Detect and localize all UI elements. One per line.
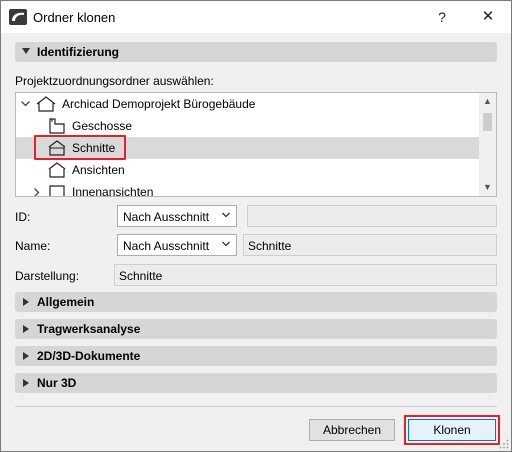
close-button[interactable]: ✕ bbox=[465, 1, 511, 33]
tree-item-label: Innenansichten bbox=[72, 185, 154, 197]
id-label: ID: bbox=[15, 210, 31, 224]
section-3d-only-header[interactable]: Nur 3D bbox=[15, 373, 497, 393]
expand-arrow-icon bbox=[23, 379, 29, 387]
section-structural-analysis-label: Tragwerksanalyse bbox=[37, 322, 141, 336]
tree-scrollbar[interactable]: ▲ ▼ bbox=[479, 93, 496, 196]
help-button[interactable]: ? bbox=[419, 1, 465, 33]
cancel-button[interactable]: Abbrechen bbox=[309, 419, 395, 441]
archicad-logo-icon bbox=[9, 9, 27, 25]
tree-item-label: Archicad Demoprojekt Bürogebäude bbox=[62, 97, 256, 111]
section-2d3d-documents-header[interactable]: 2D/3D-Dokumente bbox=[15, 346, 497, 366]
id-select-value: Nach Ausschnitt bbox=[123, 210, 210, 224]
clone-folder-dialog: Ordner klonen ? ✕ Identifizierung Projek… bbox=[0, 0, 512, 452]
scrollbar-thumb[interactable] bbox=[483, 113, 492, 131]
selected-item-highlight bbox=[34, 135, 126, 160]
section-identification-label: Identifizierung bbox=[37, 45, 119, 59]
collapse-arrow-icon bbox=[22, 48, 30, 54]
display-field-value: Schnitte bbox=[119, 269, 163, 283]
section-structural-analysis-header[interactable]: Tragwerksanalyse bbox=[15, 319, 497, 339]
id-field[interactable] bbox=[247, 205, 497, 227]
name-select[interactable]: Nach Ausschnitt bbox=[117, 234, 237, 256]
name-select-value: Nach Ausschnitt bbox=[123, 239, 210, 253]
name-field[interactable]: Schnitte bbox=[243, 234, 497, 256]
section-3d-only-label: Nur 3D bbox=[37, 376, 77, 390]
display-field[interactable]: Schnitte bbox=[114, 264, 497, 286]
expand-arrow-icon bbox=[23, 298, 29, 306]
section-2d3d-documents-label: 2D/3D-Dokumente bbox=[37, 349, 141, 363]
interior-elevation-icon bbox=[49, 185, 65, 196]
tree-item-interior-elevations[interactable]: Innenansichten bbox=[16, 181, 480, 197]
section-identification-header[interactable]: Identifizierung bbox=[15, 42, 497, 62]
chevron-down-icon bbox=[21, 101, 30, 107]
section-general-header[interactable]: Allgemein bbox=[15, 292, 497, 312]
project-house-icon bbox=[36, 96, 56, 112]
chevron-down-icon bbox=[222, 241, 230, 247]
id-select[interactable]: Nach Ausschnitt bbox=[117, 205, 237, 227]
tree-item-label: Ansichten bbox=[72, 163, 125, 177]
expand-arrow-icon bbox=[23, 325, 29, 333]
section-general-label: Allgemein bbox=[37, 295, 95, 309]
scroll-up-icon[interactable]: ▲ bbox=[479, 93, 496, 110]
expand-arrow-icon bbox=[23, 352, 29, 360]
footer-divider bbox=[15, 406, 497, 407]
chevron-right-icon bbox=[34, 188, 40, 196]
resize-grip-icon[interactable] bbox=[499, 439, 509, 449]
tree-item-stories[interactable]: Geschosse bbox=[16, 115, 480, 137]
elevation-icon bbox=[48, 162, 66, 178]
name-field-value: Schnitte bbox=[248, 239, 292, 253]
chevron-down-icon bbox=[222, 212, 230, 218]
display-label: Darstellung: bbox=[15, 269, 80, 283]
tree-item-label: Geschosse bbox=[72, 119, 133, 133]
title-bar: Ordner klonen ? ✕ bbox=[1, 1, 511, 33]
stories-icon bbox=[49, 118, 65, 134]
tree-item-elevations[interactable]: Ansichten bbox=[16, 159, 480, 181]
name-label: Name: bbox=[15, 239, 51, 253]
scroll-down-icon[interactable]: ▼ bbox=[479, 179, 496, 196]
dialog-title: Ordner klonen bbox=[33, 10, 116, 25]
folder-prompt-label: Projektzuordnungsordner auswählen: bbox=[15, 74, 214, 88]
clone-button-highlight bbox=[404, 415, 500, 445]
tree-item-project[interactable]: Archicad Demoprojekt Bürogebäude bbox=[16, 93, 480, 115]
